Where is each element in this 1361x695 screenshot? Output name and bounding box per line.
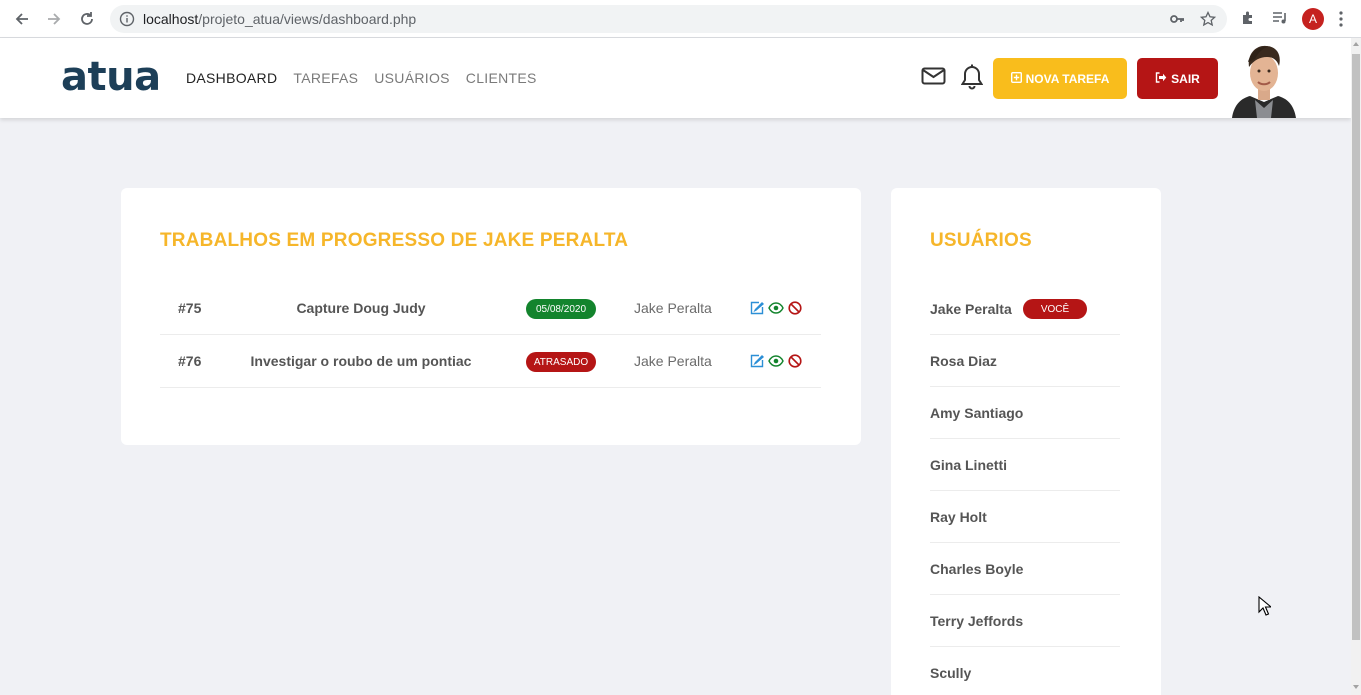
mouse-cursor-icon bbox=[1258, 595, 1273, 621]
user-name: Charles Boyle bbox=[930, 561, 1024, 577]
view-icon[interactable] bbox=[768, 353, 784, 374]
work-in-progress-card: TRABALHOS EM PROGRESSO DE JAKE PERALTA #… bbox=[121, 188, 861, 445]
you-badge: VOCÊ bbox=[1023, 299, 1087, 319]
nav-usuarios[interactable]: USUÁRIOS bbox=[374, 70, 450, 86]
user-item[interactable]: Charles Boyle bbox=[930, 543, 1120, 595]
url-text: localhost/projeto_atua/views/dashboard.p… bbox=[143, 11, 416, 27]
user-item[interactable]: Scully bbox=[930, 647, 1120, 695]
bell-icon[interactable] bbox=[960, 64, 984, 96]
exit-button[interactable]: SAIR bbox=[1137, 58, 1218, 99]
user-item[interactable]: Terry Jeffords bbox=[930, 595, 1120, 647]
user-name: Rosa Diaz bbox=[930, 353, 997, 369]
nav-clientes[interactable]: CLIENTES bbox=[466, 70, 537, 86]
user-avatar[interactable] bbox=[1228, 40, 1300, 118]
work-card-title: TRABALHOS EM PROGRESSO DE JAKE PERALTA bbox=[160, 230, 629, 251]
task-overdue-badge: ATRASADO bbox=[526, 352, 596, 372]
extensions-icon[interactable] bbox=[1240, 10, 1256, 31]
user-item[interactable]: Ray Holt bbox=[930, 491, 1120, 543]
menu-icon[interactable] bbox=[1338, 10, 1344, 33]
task-actions bbox=[749, 353, 803, 374]
task-id: #76 bbox=[178, 353, 202, 369]
nav-tarefas[interactable]: TAREFAS bbox=[293, 70, 358, 86]
user-name: Gina Linetti bbox=[930, 457, 1007, 473]
user-name: Scully bbox=[930, 665, 972, 681]
profile-avatar[interactable]: A bbox=[1302, 8, 1324, 30]
user-item[interactable]: Amy Santiago bbox=[930, 387, 1120, 439]
back-icon[interactable] bbox=[12, 9, 32, 29]
url-path: /projeto_atua/views/dashboard.php bbox=[198, 11, 417, 27]
envelope-icon[interactable] bbox=[921, 65, 946, 92]
task-owner: Jake Peralta bbox=[634, 300, 712, 316]
logo[interactable]: atua bbox=[61, 54, 161, 100]
browser-toolbar: localhost/projeto_atua/views/dashboard.p… bbox=[0, 0, 1361, 38]
new-task-button[interactable]: NOVA TAREFA bbox=[993, 58, 1127, 99]
site-info-icon[interactable] bbox=[119, 11, 135, 32]
app-header: atua DASHBOARD TAREFAS USUÁRIOS CLIENTES… bbox=[0, 38, 1351, 118]
users-card: USUÁRIOS Jake Peralta VOCÊ Rosa Diaz Amy… bbox=[891, 188, 1161, 695]
page-scrollbar[interactable] bbox=[1351, 38, 1361, 695]
user-item[interactable]: Gina Linetti bbox=[930, 439, 1120, 491]
user-name: Amy Santiago bbox=[930, 405, 1024, 421]
user-item[interactable]: Jake Peralta VOCÊ bbox=[930, 283, 1120, 335]
user-item[interactable]: Rosa Diaz bbox=[930, 335, 1120, 387]
scroll-up-arrow[interactable] bbox=[1353, 42, 1359, 46]
nav-dashboard[interactable]: DASHBOARD bbox=[186, 70, 277, 86]
task-name[interactable]: Investigar o roubo de um pontiac bbox=[226, 335, 496, 388]
user-name: Terry Jeffords bbox=[930, 613, 1024, 629]
user-name: Ray Holt bbox=[930, 509, 987, 525]
url-host: localhost bbox=[143, 11, 199, 27]
users-card-title: USUÁRIOS bbox=[930, 230, 1032, 251]
new-task-label: NOVA TAREFA bbox=[1025, 71, 1110, 86]
media-control-icon[interactable] bbox=[1272, 10, 1288, 31]
block-icon[interactable] bbox=[787, 353, 803, 374]
exit-label: SAIR bbox=[1171, 71, 1200, 86]
task-row[interactable]: #76 Investigar o roubo de um pontiac ATR… bbox=[160, 335, 821, 388]
top-nav: DASHBOARD TAREFAS USUÁRIOS CLIENTES bbox=[186, 70, 537, 86]
task-actions bbox=[749, 300, 803, 321]
task-owner: Jake Peralta bbox=[634, 353, 712, 369]
task-date-badge: 05/08/2020 bbox=[526, 299, 596, 319]
address-bar[interactable]: localhost/projeto_atua/views/dashboard.p… bbox=[110, 5, 1227, 33]
user-name: Jake Peralta bbox=[930, 301, 1012, 317]
plus-square-icon bbox=[1010, 71, 1022, 86]
sign-out-icon bbox=[1155, 71, 1167, 86]
task-name[interactable]: Capture Doug Judy bbox=[226, 282, 496, 335]
edit-icon[interactable] bbox=[749, 300, 765, 321]
scroll-down-arrow[interactable] bbox=[1353, 685, 1359, 689]
forward-icon[interactable] bbox=[44, 9, 64, 29]
block-icon[interactable] bbox=[787, 300, 803, 321]
scrollbar-thumb[interactable] bbox=[1352, 54, 1360, 640]
task-id: #75 bbox=[178, 300, 202, 316]
edit-icon[interactable] bbox=[749, 353, 765, 374]
key-icon[interactable] bbox=[1169, 11, 1185, 32]
view-icon[interactable] bbox=[768, 300, 784, 321]
star-icon[interactable] bbox=[1199, 10, 1217, 32]
task-row[interactable]: #75 Capture Doug Judy 05/08/2020 Jake Pe… bbox=[160, 282, 821, 335]
reload-icon[interactable] bbox=[77, 9, 97, 29]
